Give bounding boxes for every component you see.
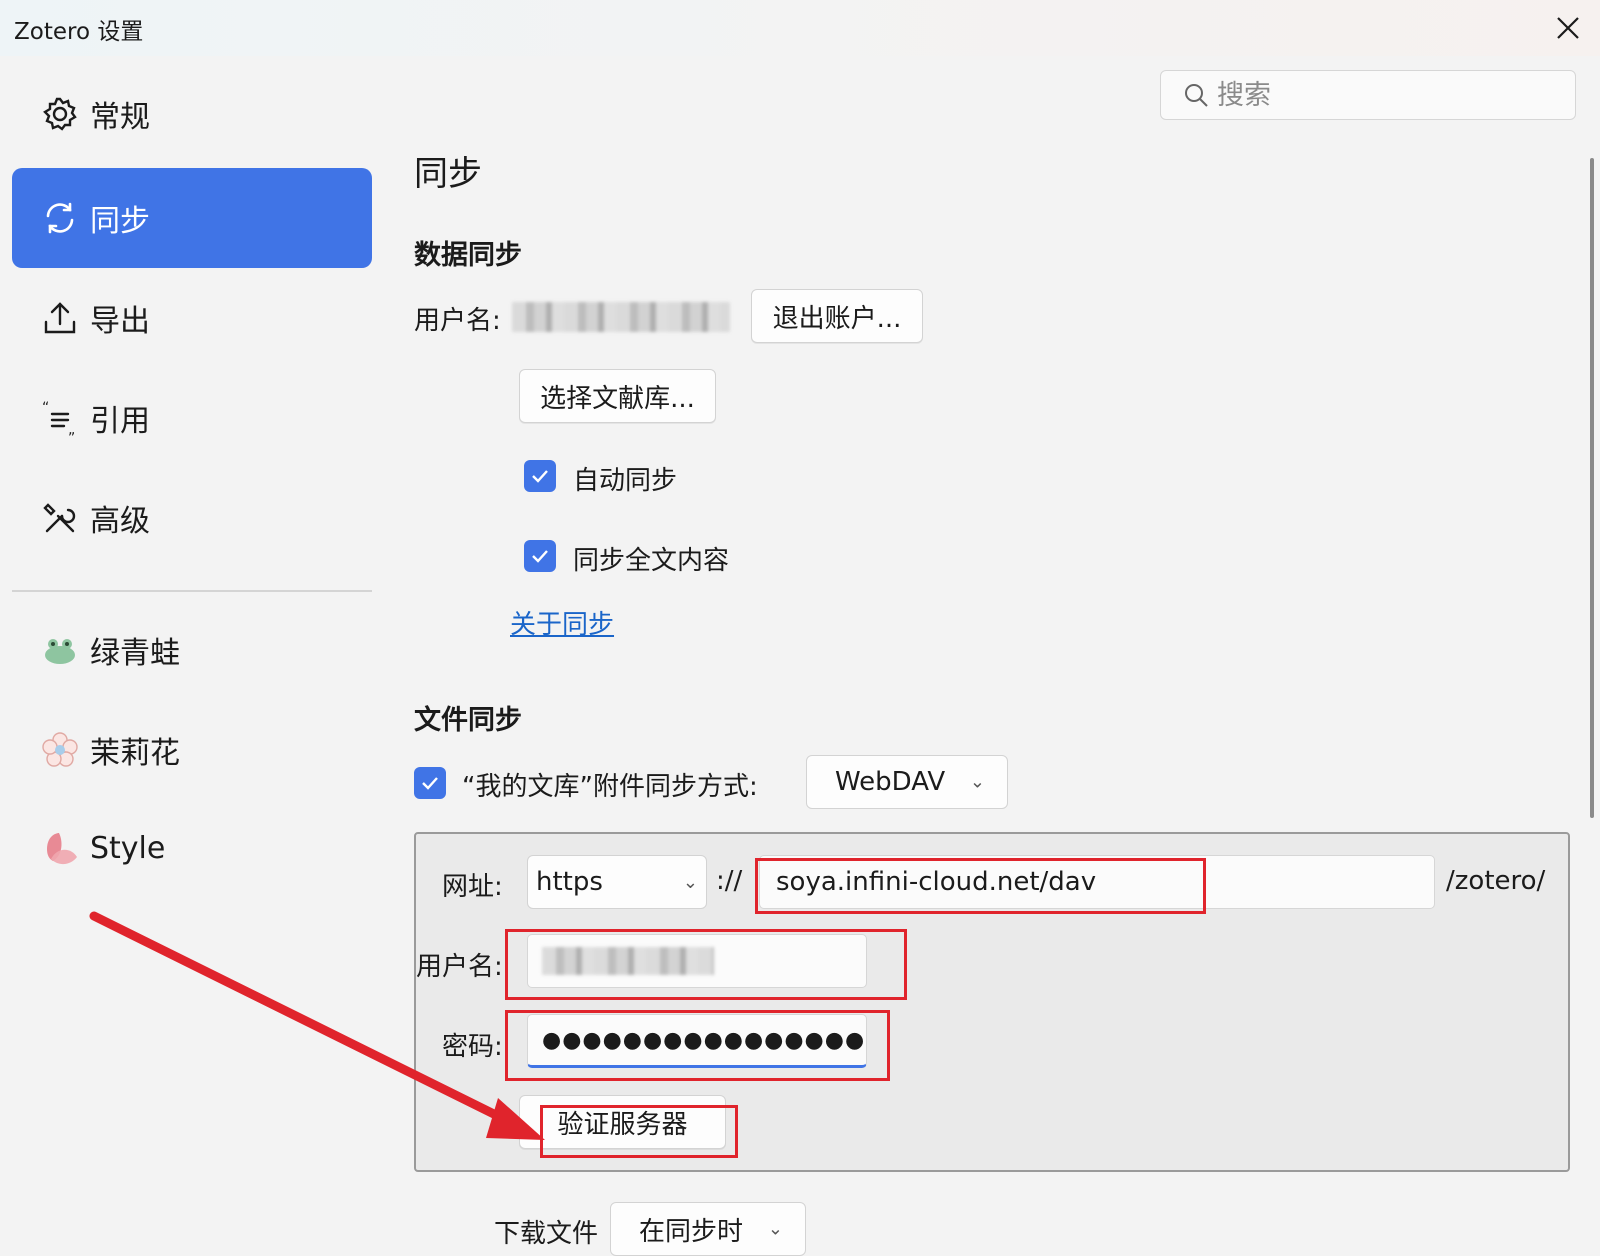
- scrollbar[interactable]: [1590, 158, 1594, 818]
- webdav-url-value: soya.infini-cloud.net/dav: [776, 867, 1097, 897]
- sidebar-item-label: Style: [90, 830, 166, 866]
- protocol-select[interactable]: https ⌄: [527, 855, 707, 909]
- webdav-username-redacted: [542, 947, 714, 975]
- check-icon: [532, 550, 548, 563]
- search-box[interactable]: [1160, 70, 1576, 120]
- title-bar: Zotero 设置: [0, 0, 1600, 56]
- check-icon: [422, 777, 438, 790]
- sync-icon: [40, 198, 80, 238]
- page-title: 同步: [414, 154, 482, 194]
- sidebar-item-label: 导出: [90, 304, 150, 339]
- password-value: ●●●●●●●●●●●●●●●●: [542, 1027, 866, 1053]
- webdav-url-field[interactable]: soya.infini-cloud.net/dav: [759, 855, 1435, 909]
- about-sync-link[interactable]: 关于同步: [510, 604, 614, 641]
- close-icon: [1557, 17, 1579, 39]
- fulltext-sync-checkbox[interactable]: [524, 540, 556, 572]
- protocol-value: https: [536, 867, 603, 897]
- chevron-down-icon: ⌄: [682, 872, 698, 893]
- auto-sync-checkbox[interactable]: [524, 460, 556, 492]
- my-library-sync-label: “我的文库”附件同步方式:: [462, 772, 758, 802]
- sidebar-item-jasmine[interactable]: 茉莉花: [12, 700, 372, 800]
- svg-text:„: „: [68, 422, 75, 436]
- file-sync-heading: 文件同步: [414, 705, 522, 736]
- sidebar-item-cite[interactable]: “„ 引用: [12, 368, 372, 468]
- sidebar-item-sync[interactable]: 同步: [12, 168, 372, 268]
- sidebar-item-frog[interactable]: 绿青蛙: [12, 600, 372, 700]
- flower-icon: [40, 730, 80, 770]
- url-suffix: /zotero/: [1446, 866, 1546, 896]
- check-icon: [532, 470, 548, 483]
- frog-icon: [40, 630, 80, 670]
- password-label: 密码:: [442, 1032, 503, 1062]
- url-label: 网址:: [442, 872, 503, 902]
- sidebar-divider: [12, 590, 372, 592]
- sidebar: 常规 同步 导出 “„ 引用 高级 绿青蛙 茉莉花 Style: [0, 56, 380, 1256]
- webdav-username-label: 用户名:: [416, 952, 503, 982]
- sync-method-select[interactable]: WebDAV ⌄: [806, 755, 1008, 809]
- chevron-down-icon: ⌄: [767, 1218, 783, 1240]
- chevron-down-icon: ⌄: [969, 771, 985, 793]
- window-title: Zotero 设置: [14, 19, 144, 45]
- protocol-separator: ://: [716, 866, 743, 896]
- search-input[interactable]: [1217, 79, 1557, 111]
- svg-text:“: “: [42, 400, 49, 416]
- logout-button[interactable]: 退出账户...: [751, 289, 923, 343]
- verify-server-button[interactable]: 验证服务器: [519, 1095, 726, 1149]
- sidebar-item-export[interactable]: 导出: [12, 268, 372, 368]
- my-library-sync-checkbox[interactable]: [414, 767, 446, 799]
- auto-sync-label: 自动同步: [573, 466, 678, 496]
- sidebar-item-label: 同步: [90, 204, 150, 239]
- sidebar-item-style[interactable]: Style: [12, 798, 372, 898]
- download-files-value: 在同步时: [639, 1216, 744, 1247]
- download-files-label: 下载文件: [494, 1219, 599, 1249]
- username-label: 用户名:: [414, 306, 501, 336]
- fulltext-sync-label: 同步全文内容: [573, 546, 730, 576]
- quote-icon: “„: [40, 398, 80, 438]
- download-files-select[interactable]: 在同步时 ⌄: [610, 1202, 806, 1256]
- gear-icon: [40, 94, 80, 134]
- tools-icon: [40, 498, 80, 538]
- sync-method-value: WebDAV: [835, 767, 946, 797]
- choose-library-button[interactable]: 选择文献库...: [519, 369, 716, 423]
- sidebar-item-label: 高级: [90, 504, 150, 539]
- petal-icon: [40, 828, 80, 868]
- sidebar-item-label: 茉莉花: [90, 736, 180, 771]
- upload-icon: [40, 298, 80, 338]
- sidebar-item-label: 引用: [90, 404, 150, 439]
- webdav-username-field[interactable]: [527, 934, 867, 988]
- sidebar-item-advanced[interactable]: 高级: [12, 468, 372, 568]
- webdav-password-field[interactable]: ●●●●●●●●●●●●●●●●: [527, 1014, 867, 1068]
- sidebar-item-label: 常规: [90, 100, 150, 135]
- data-sync-heading: 数据同步: [414, 240, 522, 271]
- sidebar-item-general[interactable]: 常规: [12, 64, 372, 164]
- username-value-redacted: [512, 302, 730, 332]
- search-icon: [1185, 84, 1208, 107]
- sidebar-item-label: 绿青蛙: [90, 636, 180, 671]
- close-button[interactable]: [1536, 0, 1600, 56]
